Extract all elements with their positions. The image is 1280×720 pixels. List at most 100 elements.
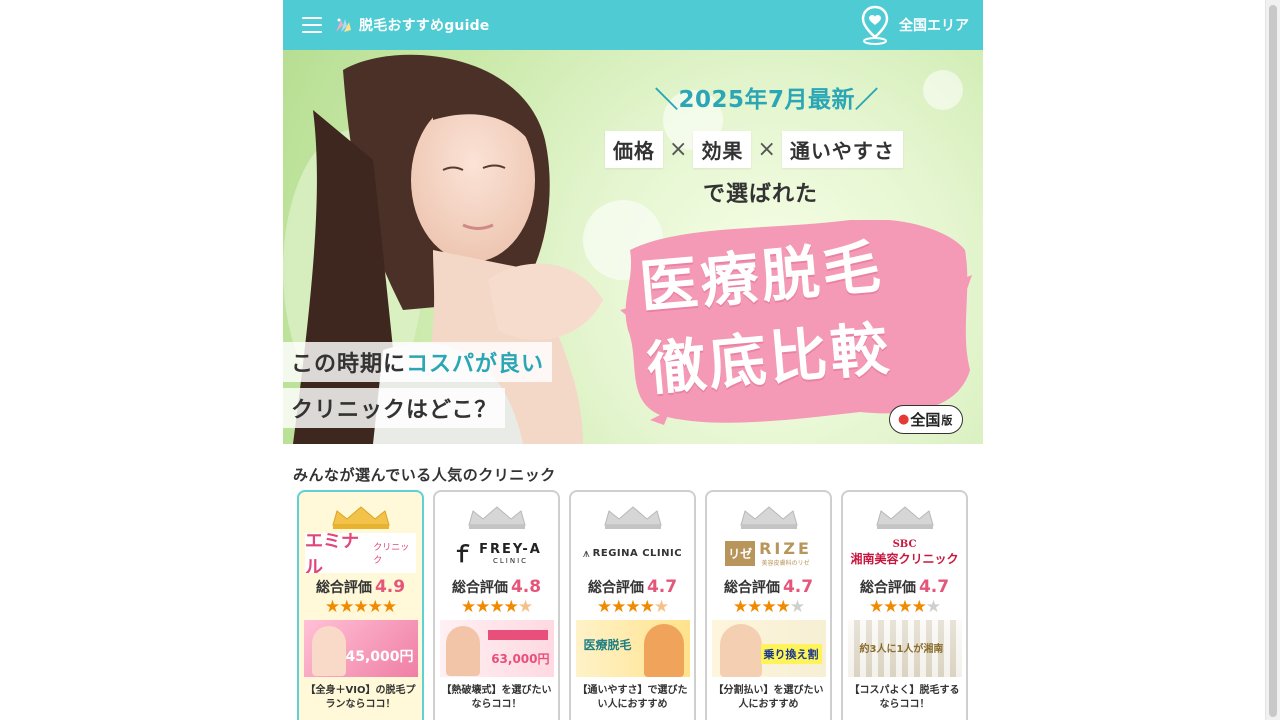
area-label: 全国エリア xyxy=(899,18,969,34)
star-rating: ★★★★★ xyxy=(596,597,669,617)
map-pin-icon: ● xyxy=(898,412,910,427)
score-value: 4.8 xyxy=(510,577,542,597)
clinic-description: 【全身＋VIO】の脱毛プランならココ！ xyxy=(305,685,416,710)
hero-headline: ＼2025年7月最新／ xyxy=(655,87,879,113)
crown-icon xyxy=(603,506,662,529)
crown-icon xyxy=(875,506,934,529)
area-selector[interactable]: 全国エリア xyxy=(860,5,969,45)
times-symbol: × xyxy=(757,137,776,162)
clinic-logo-sub: 美容皮膚科のリゼ xyxy=(761,560,810,567)
clinic-description: 【熱破壊式】を選びたいならココ！ xyxy=(441,685,552,710)
clinic-card-freya[interactable]: ｆ FREY-A CLINIC 総合評価 4.8 ★★★★★ 63,000円 【熱… xyxy=(433,490,560,720)
page: 脱毛おすすめguide 全国エリア ＼2025年7月最新／ 価格 × 効果 × … xyxy=(0,0,1280,720)
model-figure xyxy=(445,626,480,676)
clinic-description: 【コスパよく】脱毛するならココ！ xyxy=(849,685,960,710)
score-label: 総合評価 xyxy=(315,580,372,596)
clinic-logo-text: FREY-A xyxy=(479,541,542,557)
site-logo[interactable]: 脱毛おすすめguide xyxy=(334,15,490,35)
page-scrollbar[interactable] xyxy=(1265,0,1280,720)
clinic-card-regina[interactable]: ⩚ REGINA CLINIC 総合評価 4.7 ★★★★★ 医療脱毛 【通いやす… xyxy=(569,490,696,720)
model-figure xyxy=(311,626,346,676)
clinic-banner-image: 63,000円 xyxy=(439,620,554,677)
keyword-access: 通いやすさ xyxy=(781,131,903,168)
clinic-banner-image: 乗り換え割 xyxy=(711,620,826,677)
score-value: 4.7 xyxy=(782,577,814,597)
overall-score: 総合評価 4.7 xyxy=(843,577,966,597)
banner-price: 45,000円 xyxy=(345,649,414,665)
banner-price: 63,000円 xyxy=(491,652,550,666)
score-label: 総合評価 xyxy=(587,580,644,596)
menu-icon[interactable] xyxy=(302,17,322,33)
clinic-banner-image: 医療脱毛 xyxy=(575,620,690,677)
clinic-card-rize[interactable]: リゼ RIZE 美容皮膚科のリゼ 総合評価 4.7 ★★★★★ 乗り換え割 【分割… xyxy=(705,490,832,720)
logo-icon xyxy=(336,18,351,32)
score-label: 総合評価 xyxy=(451,580,508,596)
keyword-price: 価格 xyxy=(605,131,663,168)
banner-headline: 医療脱毛 xyxy=(583,638,632,652)
banner-headline: 乗り換え割 xyxy=(760,644,822,664)
freya-mark-icon: ｆ xyxy=(451,543,474,568)
hero-tag-clinic: クリニックはどこ？ xyxy=(283,388,506,428)
clinic-banner-image: 約3人に1人が湘南 xyxy=(847,620,962,677)
main-column: 脱毛おすすめguide 全国エリア ＼2025年7月最新／ 価格 × 効果 × … xyxy=(283,0,983,720)
clinic-logo: SBC 湘南美容クリニック xyxy=(849,533,960,573)
regina-mark-icon: ⩚ xyxy=(582,545,590,560)
crown-icon xyxy=(331,506,390,529)
clinic-logo-sub: CLINIC xyxy=(492,556,529,565)
hero-banner[interactable]: ＼2025年7月最新／ 価格 × 効果 × 通いやすさ で選ばれた 医療脱毛 徹… xyxy=(283,50,983,444)
clinic-logo: ⩚ REGINA CLINIC xyxy=(577,533,688,573)
clinic-logo-text: 湘南美容クリニック xyxy=(850,552,959,566)
site-name: 脱毛おすすめguide xyxy=(359,18,490,34)
scrollbar-thumb[interactable] xyxy=(1269,5,1277,717)
score-value: 4.9 xyxy=(374,577,406,597)
clinic-cards: エミナル クリニック 総合評価 4.9 ★★★★★ 45,000円 【全身＋VIO】… xyxy=(297,490,968,720)
crown-icon xyxy=(467,506,526,529)
clinic-card-eminal[interactable]: エミナル クリニック 総合評価 4.9 ★★★★★ 45,000円 【全身＋VIO】… xyxy=(297,490,424,720)
overall-score: 総合評価 4.9 xyxy=(299,577,422,597)
rize-mark-icon: リゼ xyxy=(725,540,756,566)
clinic-logo-text: RIZE xyxy=(759,539,812,558)
overall-score: 総合評価 4.7 xyxy=(707,577,830,597)
location-pin-icon xyxy=(861,5,889,45)
star-rating: ★★★★★ xyxy=(324,597,397,617)
banner-headline: 約3人に1人が湘南 xyxy=(859,644,944,655)
score-value: 4.7 xyxy=(918,577,950,597)
clinic-logo-sub: SBC xyxy=(892,539,917,550)
nationwide-suffix: 版 xyxy=(941,413,953,427)
clinic-card-sbc[interactable]: SBC 湘南美容クリニック 総合評価 4.7 ★★★★★ 約3人に1人が湘南 【コ… xyxy=(841,490,968,720)
clinic-logo: ｆ FREY-A CLINIC xyxy=(441,533,552,573)
bokeh-light xyxy=(923,70,963,110)
star-rating: ★★★★★ xyxy=(732,597,805,617)
overall-score: 総合評価 4.8 xyxy=(435,577,558,597)
overall-score: 総合評価 4.7 xyxy=(571,577,694,597)
clinic-description: 【通いやすさ】で選びたい人におすすめ xyxy=(577,685,688,710)
score-value: 4.7 xyxy=(646,577,678,597)
score-label: 総合評価 xyxy=(859,580,916,596)
nationwide-label: 全国 xyxy=(910,411,941,429)
clinic-logo: エミナル クリニック xyxy=(305,533,416,573)
score-label: 総合評価 xyxy=(723,580,780,596)
banner-strip xyxy=(487,630,548,640)
model-photo xyxy=(283,54,603,444)
site-header: 脱毛おすすめguide 全国エリア xyxy=(283,0,983,50)
crown-icon xyxy=(739,506,798,529)
hero-tag-cospa: この時期にコスパが良い xyxy=(283,342,553,382)
hero-tag-highlight: コスパが良い xyxy=(406,352,545,377)
clinic-description: 【分割払い】を選びたい人におすすめ xyxy=(713,685,824,710)
hero-tag-prefix: この時期に xyxy=(291,352,407,377)
clinic-logo-sub: クリニック xyxy=(373,543,410,566)
clinic-banner-image: 45,000円 xyxy=(303,620,418,677)
keyword-row: 価格 × 効果 × 通いやすさ xyxy=(605,131,903,168)
clinic-logo: リゼ RIZE 美容皮膚科のリゼ xyxy=(713,533,824,573)
clinic-logo-text: REGINA CLINIC xyxy=(592,547,683,559)
star-rating: ★★★★★ xyxy=(868,597,941,617)
nationwide-badge: ● 全国版 xyxy=(889,405,964,434)
times-symbol: × xyxy=(669,137,688,162)
section-title: みんなが選んでいる人気のクリニック xyxy=(293,466,556,484)
model-figure xyxy=(719,624,762,677)
model-figure xyxy=(643,624,684,677)
keyword-effect: 効果 xyxy=(693,131,752,168)
clinic-logo-text: エミナル xyxy=(305,533,359,573)
hero-selected-text: で選ばれた xyxy=(703,182,819,207)
star-rating: ★★★★★ xyxy=(460,597,533,617)
